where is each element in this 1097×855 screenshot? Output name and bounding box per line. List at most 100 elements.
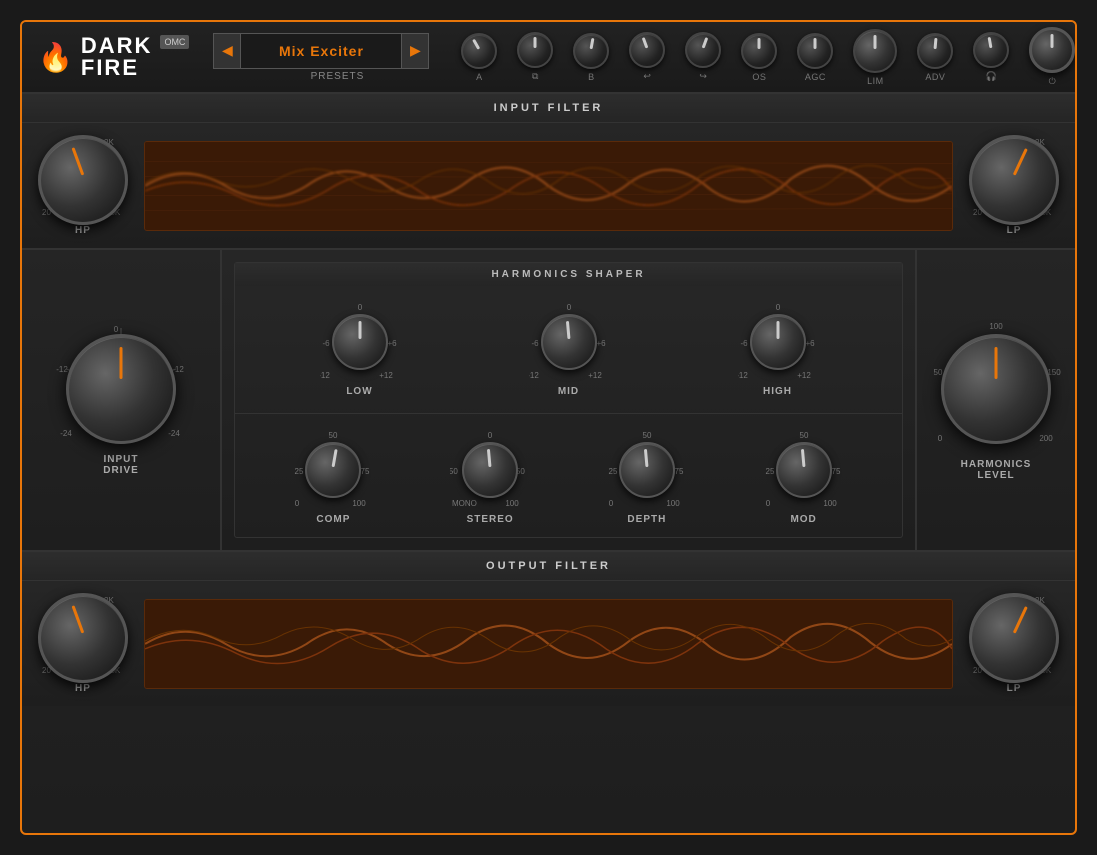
svg-text:25: 25 — [765, 467, 774, 476]
logo-dark: DARK — [81, 35, 153, 57]
svg-text:100: 100 — [823, 499, 837, 508]
left-panel: 0 -12 -12 -24 -24 — [22, 250, 222, 550]
high-knob[interactable] — [750, 314, 806, 370]
svg-text:0: 0 — [295, 499, 300, 508]
mid-knob-group: 0 -6 +6 -12 +12 MID — [529, 302, 609, 397]
svg-text:+12: +12 — [588, 371, 602, 380]
middle-section: 0 -12 -12 -24 -24 — [22, 250, 1075, 552]
svg-text:50: 50 — [799, 431, 808, 440]
output-lp-label: LP — [1007, 683, 1022, 694]
logo-area: 🔥 DARK OMC FIRE — [38, 35, 189, 79]
lp-knob[interactable] — [969, 135, 1059, 225]
svg-text:0: 0 — [938, 434, 943, 443]
knob-agc[interactable] — [797, 33, 833, 69]
svg-text:50: 50 — [642, 431, 651, 440]
high-label: HIGH — [763, 386, 792, 397]
output-filter-row: 200 2K 20 20K HP — [22, 581, 1075, 706]
output-lp-knob[interactable] — [969, 593, 1059, 683]
svg-text:-6: -6 — [531, 339, 539, 348]
input-drive-label: INPUT DRIVE — [103, 454, 139, 476]
knob-b[interactable] — [573, 33, 609, 69]
mid-label: MID — [558, 386, 579, 397]
label-b: B — [588, 72, 595, 82]
svg-text:+6: +6 — [596, 339, 606, 348]
input-filter-section: INPUT FILTER 200 2K 20 20K HP — [22, 94, 1075, 250]
omc-badge: OMC — [160, 35, 189, 49]
input-drive-knob[interactable] — [66, 334, 176, 444]
svg-text:-6: -6 — [740, 339, 748, 348]
knob-a[interactable] — [461, 33, 497, 69]
hp-label: HP — [75, 225, 91, 236]
svg-text:200: 200 — [1039, 434, 1053, 443]
knob-headphones[interactable] — [973, 32, 1009, 68]
mod-knob[interactable] — [776, 442, 832, 498]
preset-nav-group: ◀ Mix Exciter ▶ PRESETS — [213, 33, 461, 82]
hp-knob[interactable] — [38, 135, 128, 225]
input-filter-row: 200 2K 20 20K HP — [22, 123, 1075, 248]
knob-power[interactable] — [1029, 27, 1075, 73]
svg-text:0: 0 — [357, 303, 362, 312]
harmonics-level-knob[interactable] — [941, 334, 1051, 444]
input-drive-area: 0 -12 -12 -24 -24 — [56, 324, 186, 476]
control-group-headphones: 🎧 — [973, 32, 1009, 82]
output-hp-label: HP — [75, 683, 91, 694]
plugin-container: 🔥 DARK OMC FIRE ◀ Mix Exciter ▶ PRESETS — [20, 20, 1077, 835]
svg-text:75: 75 — [361, 467, 370, 476]
input-filter-header: INPUT FILTER — [22, 94, 1075, 123]
high-knob-group: 0 -6 +6 -12 +12 HIGH — [738, 302, 818, 397]
svg-text:50: 50 — [329, 431, 338, 440]
comp-knob[interactable] — [305, 442, 361, 498]
svg-text:+12: +12 — [797, 371, 811, 380]
output-filter-header: OUTPUT FILTER — [22, 552, 1075, 581]
output-lp-container: 200 2K 20 20K — [969, 593, 1059, 683]
hp-knob-container: 200 2K 20 20K — [38, 135, 128, 225]
center-panel: HARMONICS SHAPER 0 -6 +6 -12 +12 — [222, 250, 915, 550]
knob-adv[interactable] — [917, 33, 953, 69]
control-group-adv: ADV — [917, 33, 953, 82]
drive-scale: 0 -12 -12 -24 -24 — [56, 324, 186, 454]
low-knob[interactable] — [332, 314, 388, 370]
stereo-knob[interactable] — [462, 442, 518, 498]
label-copy: ⧉ — [532, 71, 539, 82]
knob-lim[interactable] — [853, 29, 897, 73]
svg-text:+12: +12 — [379, 371, 393, 380]
knob-os[interactable] — [741, 33, 777, 69]
label-lim: LIM — [867, 76, 884, 86]
stereo-knob-group: 0 -50 +50 MONO 100 STEREO — [450, 430, 530, 525]
preset-name: Mix Exciter — [241, 33, 401, 69]
knob-undo[interactable] — [629, 32, 665, 68]
label-adv: ADV — [925, 72, 945, 82]
svg-text:MONO: MONO — [452, 499, 477, 508]
comp-knob-group: 50 25 75 0 100 COMP — [293, 430, 373, 525]
harmonics-level-area: 100 50 150 0 200 HARMONICS LEVEL — [926, 319, 1066, 481]
harmonics-shaper: HARMONICS SHAPER 0 -6 +6 -12 +12 — [234, 262, 903, 538]
svg-text:0: 0 — [488, 431, 493, 440]
svg-text:-24: -24 — [168, 429, 180, 438]
svg-text:75: 75 — [674, 467, 683, 476]
svg-text:0: 0 — [114, 325, 119, 334]
svg-text:25: 25 — [608, 467, 617, 476]
top-controls: A ⧉ B ↩ — [461, 27, 1075, 87]
harmonics-level-scale: 100 50 150 0 200 — [926, 319, 1066, 459]
knob-redo[interactable] — [685, 32, 721, 68]
output-filter-section: OUTPUT FILTER 200 2K 20 20K HP — [22, 552, 1075, 706]
label-a: A — [476, 72, 483, 82]
harmonics-level-label: HARMONICS LEVEL — [961, 459, 1032, 481]
svg-text:0: 0 — [765, 499, 770, 508]
label-power: ⏻ — [1049, 76, 1057, 87]
label-redo: ↪ — [699, 71, 707, 82]
low-label: LOW — [346, 386, 372, 397]
control-group-a: A — [461, 33, 497, 82]
preset-next-button[interactable]: ▶ — [401, 33, 429, 69]
svg-text:-12: -12 — [738, 371, 748, 380]
preset-prev-button[interactable]: ◀ — [213, 33, 241, 69]
low-knob-group: 0 -6 +6 -12 +12 LOW — [320, 302, 400, 397]
preset-nav: ◀ Mix Exciter ▶ — [213, 33, 429, 69]
svg-text:-24: -24 — [60, 429, 72, 438]
output-hp-knob-group: 200 2K 20 20K HP — [38, 593, 128, 694]
control-group-lim: LIM — [853, 29, 897, 86]
output-hp-knob[interactable] — [38, 593, 128, 683]
depth-knob[interactable] — [619, 442, 675, 498]
knob-copy[interactable] — [517, 32, 553, 68]
mid-knob[interactable] — [541, 314, 597, 370]
